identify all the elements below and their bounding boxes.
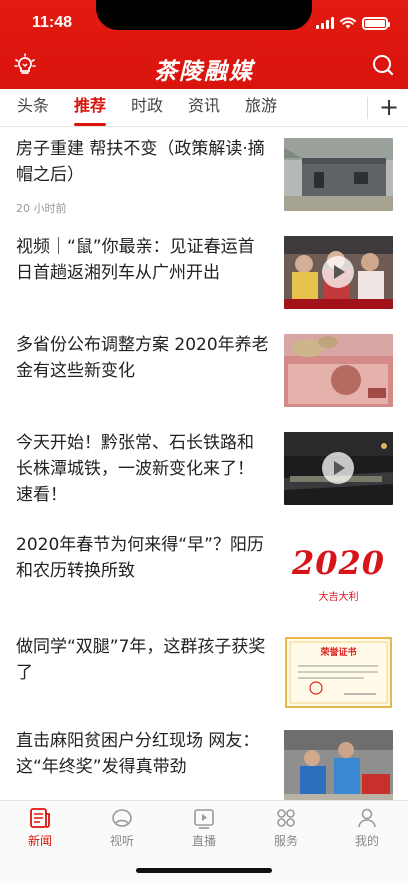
article-item[interactable]: 视频｜“鼠”你最亲：见证春运首日首趟返湘列车从广州开出 xyxy=(0,226,408,324)
article-title[interactable]: 视频｜“鼠”你最亲：见证春运首日首趟返湘列车从广州开出 xyxy=(16,234,270,286)
nav-label: 视听 xyxy=(109,834,134,848)
play-icon[interactable] xyxy=(322,256,354,288)
cellular-signal-icon xyxy=(316,17,334,29)
article-item[interactable]: 多省份公布调整方案 2020年养老金有这些新变化 xyxy=(0,324,408,422)
app-logo-title: 茶陵融媒 xyxy=(154,58,254,85)
play-icon[interactable] xyxy=(322,452,354,484)
tab-politics[interactable]: 时政 xyxy=(130,89,164,125)
article-thumbnail[interactable]: 2020 大吉大利 xyxy=(284,538,393,611)
nav-label: 服务 xyxy=(273,834,298,848)
article-item[interactable]: 直击麻阳贫困户分红现场 网友：这“年终奖”发得真带劲 xyxy=(0,724,408,800)
nav-video[interactable]: 视听 xyxy=(92,807,152,849)
article-thumbnail[interactable] xyxy=(284,334,393,407)
nav-live[interactable]: 直播 xyxy=(174,807,234,849)
search-icon[interactable] xyxy=(372,54,394,76)
video-icon xyxy=(112,809,132,827)
certificate-title: 荣誉证书 xyxy=(320,648,357,658)
battery-icon xyxy=(362,16,390,30)
device-notch xyxy=(96,0,312,30)
tab-divider xyxy=(367,97,368,119)
category-tabs: 头条 推荐 时政 资讯 旅游 + xyxy=(0,89,408,127)
profile-icon xyxy=(358,808,376,828)
nav-label: 我的 xyxy=(354,834,379,848)
live-icon xyxy=(194,809,214,829)
thumb-sub-text: 大吉大利 xyxy=(318,592,359,603)
article-title[interactable]: 今天开始！黔张常、石长铁路和长株潭城铁，一波新变化来了！速看！ xyxy=(16,430,270,508)
article-time: 20 小时前 xyxy=(16,202,67,215)
article-title[interactable]: 2020年春节为何来得“早”？阳历和农历转换所致 xyxy=(16,532,270,584)
status-time: 11:48 xyxy=(32,14,73,31)
wifi-icon xyxy=(340,17,356,29)
brand-bar: 茶陵融媒 xyxy=(0,46,408,89)
article-item[interactable]: 房子重建 帮扶不变（政策解读·摘帽之后） 20 小时前 xyxy=(0,128,408,226)
nav-label: 直播 xyxy=(191,834,216,848)
add-channel-button[interactable]: + xyxy=(378,92,400,122)
article-title[interactable]: 做同学“双腿”7年，这群孩子获奖了 xyxy=(16,634,270,686)
article-thumbnail[interactable] xyxy=(284,730,393,800)
thumb-2020-text: 2020 xyxy=(291,544,386,582)
article-item[interactable]: 2020年春节为何来得“早”？阳历和农历转换所致 2020 大吉大利 xyxy=(0,528,408,626)
tab-headlines[interactable]: 头条 xyxy=(16,89,50,125)
app-header: 11:48 茶陵融媒 xyxy=(0,0,408,89)
tab-news[interactable]: 资讯 xyxy=(187,89,221,125)
nav-label: 新闻 xyxy=(27,834,52,848)
nav-profile[interactable]: 我的 xyxy=(337,807,397,849)
article-thumbnail[interactable] xyxy=(284,138,393,211)
services-icon xyxy=(277,809,295,827)
article-title[interactable]: 直击麻阳贫困户分红现场 网友：这“年终奖”发得真带劲 xyxy=(16,728,270,780)
tab-tourism[interactable]: 旅游 xyxy=(244,89,278,125)
news-icon xyxy=(30,808,50,828)
nav-news[interactable]: 新闻 xyxy=(10,807,70,849)
article-thumbnail[interactable] xyxy=(284,432,393,505)
home-indicator xyxy=(136,868,272,873)
article-item[interactable]: 做同学“双腿”7年，这群孩子获奖了 荣誉证书 xyxy=(0,626,408,724)
tab-recommended[interactable]: 推荐 xyxy=(72,89,108,126)
article-thumbnail[interactable]: 荣誉证书 xyxy=(284,636,393,709)
article-item[interactable]: 今天开始！黔张常、石长铁路和长株潭城铁，一波新变化来了！速看！ xyxy=(0,422,408,528)
article-thumbnail[interactable] xyxy=(284,236,393,309)
article-title[interactable]: 多省份公布调整方案 2020年养老金有这些新变化 xyxy=(16,332,270,384)
status-bar: 11:48 xyxy=(0,0,408,46)
status-icons xyxy=(316,16,390,30)
article-title[interactable]: 房子重建 帮扶不变（政策解读·摘帽之后） xyxy=(16,136,270,188)
article-list: 房子重建 帮扶不变（政策解读·摘帽之后） 20 小时前 视频｜“鼠”你最亲：见证… xyxy=(0,128,408,800)
nav-services[interactable]: 服务 xyxy=(256,807,316,849)
